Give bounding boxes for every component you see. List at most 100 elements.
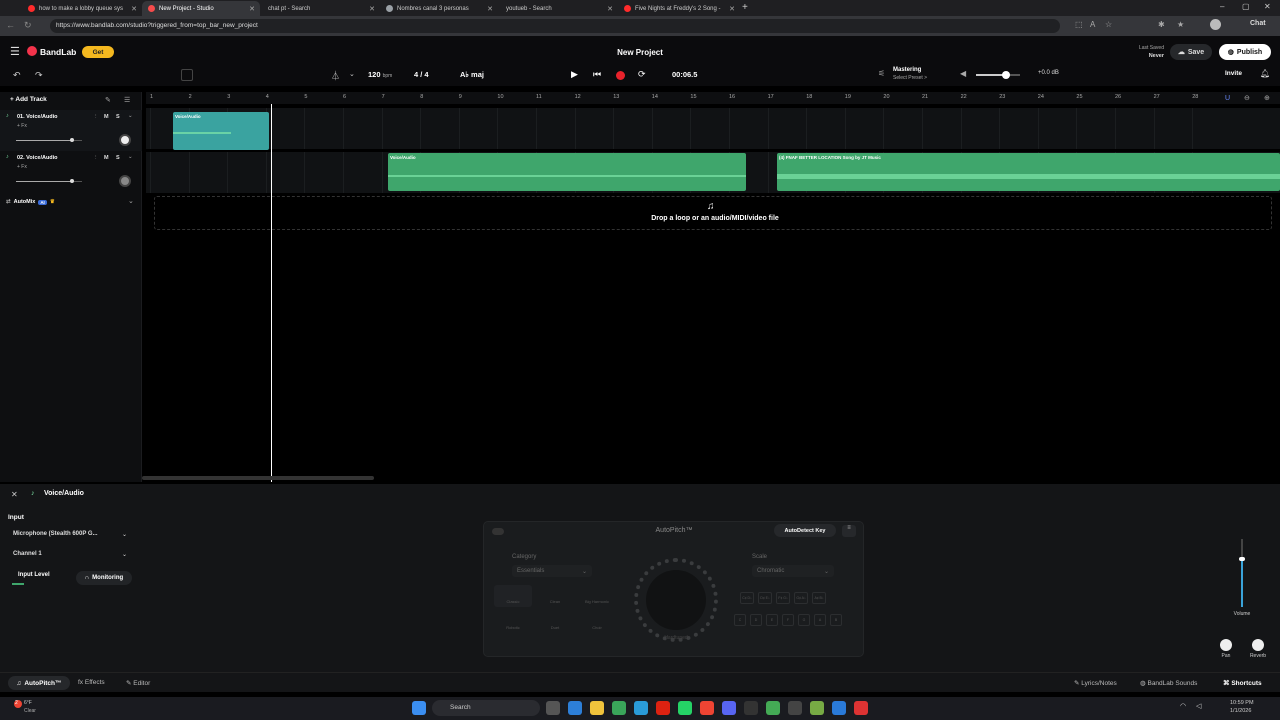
master-volume-slider[interactable] (976, 71, 1020, 79)
zoom-in-icon[interactable]: ⊕ (1264, 94, 1270, 102)
speaker-icon[interactable]: ◀ (960, 69, 966, 78)
whatsapp-icon[interactable] (678, 701, 692, 715)
tab-editor[interactable]: ✎ Editor (126, 679, 150, 687)
tab-autopitch[interactable]: ♫ AutoPitch™ (8, 676, 70, 690)
reverb-knob[interactable] (1252, 639, 1264, 651)
filter-icon[interactable]: ☰ (124, 96, 130, 104)
edit-icon[interactable]: ✎ (105, 96, 111, 104)
publish-button[interactable]: ◍ Publish (1219, 44, 1271, 60)
browser-tab-active[interactable]: New Project - Studio ✕ (142, 1, 260, 16)
solo-button[interactable]: S (116, 155, 120, 161)
maximize-button[interactable]: ▢ (1242, 2, 1250, 11)
track-volume-knob[interactable] (70, 138, 75, 142)
browser-tab[interactable]: how to make a lobby queue sys ✕ (22, 1, 142, 16)
back-icon[interactable]: ← (6, 20, 15, 30)
autopitch-toggle[interactable] (492, 528, 504, 535)
shortcuts-button[interactable]: ⌘ Shortcuts (1223, 679, 1262, 687)
close-tab-icon[interactable]: ✕ (249, 5, 255, 13)
note-key[interactable]: D♯ E♭ (758, 592, 772, 604)
undo-icon[interactable]: ↶ (13, 70, 21, 81)
note-key[interactable]: F (782, 614, 794, 626)
note-key[interactable]: C (734, 614, 746, 626)
weather-temp[interactable]: 6°F (24, 700, 32, 706)
browser-tab[interactable]: Five Nights at Freddy's 2 Song - ✕ (618, 1, 740, 16)
track-volume-knob[interactable] (70, 179, 75, 183)
translate-icon[interactable]: A (1090, 20, 1095, 29)
chat-button[interactable]: Chat (1250, 20, 1266, 27)
settings-sliders-icon[interactable]: ≡ (842, 525, 856, 537)
track-header[interactable]: ♪ 02. Voice/Audio + Fx ⋮ M S ⌄ (0, 151, 142, 192)
channel-select[interactable]: Channel 1 ⌄ (8, 548, 132, 560)
minimize-button[interactable]: – (1220, 2, 1224, 11)
get-membership-button[interactable]: Get (82, 46, 114, 58)
wifi-icon[interactable]: ◠ (1180, 702, 1186, 710)
track-lanes[interactable]: Voice/Audio Voice/Audio (4) FNAF BETTER … (142, 104, 1280, 482)
app-icon[interactable] (700, 701, 714, 715)
extensions-icon[interactable]: ✱ (1158, 20, 1165, 29)
autodetect-key-button[interactable]: AutoDetect Key (774, 524, 836, 537)
store-icon[interactable] (634, 701, 648, 715)
autopitch-knob[interactable] (646, 570, 706, 630)
close-tab-icon[interactable]: ✕ (607, 5, 613, 13)
close-panel-icon[interactable]: ✕ (11, 490, 18, 499)
close-tab-icon[interactable]: ✕ (131, 5, 137, 13)
time-signature[interactable]: 4 / 4 (414, 70, 429, 79)
browser-tab[interactable]: youtueb - Search ✕ (500, 1, 618, 16)
solo-button[interactable]: S (116, 114, 120, 120)
add-fx-button[interactable]: + Fx (17, 123, 27, 129)
browser-tab[interactable]: chat pt - Search ✕ (262, 1, 380, 16)
windows-start-icon[interactable] (412, 701, 426, 715)
note-key[interactable]: C♯ D♭ (740, 592, 754, 604)
track-lane[interactable] (146, 108, 1280, 149)
new-tab-button[interactable]: + (742, 2, 748, 13)
zoom-out-icon[interactable]: ⊖ (1244, 94, 1250, 102)
track-header[interactable]: ♪ 01. Voice/Audio + Fx ⋮ M S ⌄ (0, 110, 142, 151)
mastering-label[interactable]: Mastering (893, 67, 921, 73)
bookmark-icon[interactable]: ☆ (1105, 20, 1112, 29)
menu-icon[interactable]: ☰ (10, 45, 20, 58)
close-tab-icon[interactable]: ✕ (369, 5, 375, 13)
save-button[interactable]: ☁ Save (1170, 44, 1212, 60)
taskbar-search[interactable]: Search (432, 700, 540, 716)
automix-row[interactable]: ⇄ AutoMix AI ♛ (6, 199, 55, 205)
add-track-button[interactable]: + Add Track (10, 96, 47, 103)
clock-date[interactable]: 1/1/2026 (1230, 708, 1251, 714)
drop-zone[interactable]: ♫ Drop a loop or an audio/MIDI/video fil… (154, 196, 1272, 230)
audio-region[interactable]: Voice/Audio (388, 153, 746, 191)
pan-knob[interactable] (119, 175, 131, 187)
timeline-ruler[interactable]: 1 2 3 4 5 6 7 8 9 10 11 12 13 14 15 16 17 18 19 20 21 22 23 24 2… (146, 92, 1280, 104)
browser-tab[interactable]: Nombres canal 3 personas ✕ (380, 1, 498, 16)
volume-handle[interactable] (1239, 557, 1245, 561)
weather-text[interactable]: Clear (24, 708, 36, 714)
track-volume-slider[interactable] (16, 179, 82, 183)
note-key[interactable]: E (766, 614, 778, 626)
tempo-value[interactable]: 120 bpm (368, 70, 392, 79)
edge-icon[interactable] (568, 701, 582, 715)
app-icon[interactable] (656, 701, 670, 715)
bandlab-sounds-button[interactable]: ◍ BandLab Sounds (1140, 679, 1197, 687)
record-button[interactable] (616, 71, 625, 80)
scale-select[interactable]: Chromatic ⌄ (752, 565, 834, 577)
invite-button[interactable]: Invite (1225, 70, 1242, 77)
track-volume-slider[interactable] (16, 138, 82, 142)
preset-clean[interactable]: Clean (536, 585, 574, 607)
volume-fader[interactable] (1239, 539, 1245, 607)
preset-duet[interactable]: Duet (536, 611, 574, 633)
monitoring-button[interactable]: ∩ Monitoring (76, 571, 132, 585)
pan-knob[interactable] (119, 134, 131, 146)
mute-button[interactable]: M (104, 114, 109, 120)
bandlab-taskbar-icon[interactable] (854, 701, 868, 715)
tab-effects[interactable]: fx Effects (78, 679, 105, 686)
master-volume-knob[interactable] (1001, 71, 1010, 79)
file-explorer-icon[interactable] (590, 701, 604, 715)
note-key[interactable]: F♯ G♭ (776, 592, 790, 604)
note-key[interactable]: A♯ B♭ (812, 592, 826, 604)
notifications-icon[interactable]: 🔔︎ (1260, 69, 1270, 78)
note-key[interactable]: D (750, 614, 762, 626)
magnet-icon[interactable]: U (1225, 95, 1230, 102)
close-tab-icon[interactable]: ✕ (487, 5, 493, 13)
preset-classic[interactable]: Classic (494, 585, 532, 607)
input-device-select[interactable]: Microphone (Stealth 600P G... ⌄ (8, 528, 132, 540)
refresh-icon[interactable]: ↻ (24, 20, 32, 31)
more-icon[interactable]: ⋮ (93, 155, 99, 161)
